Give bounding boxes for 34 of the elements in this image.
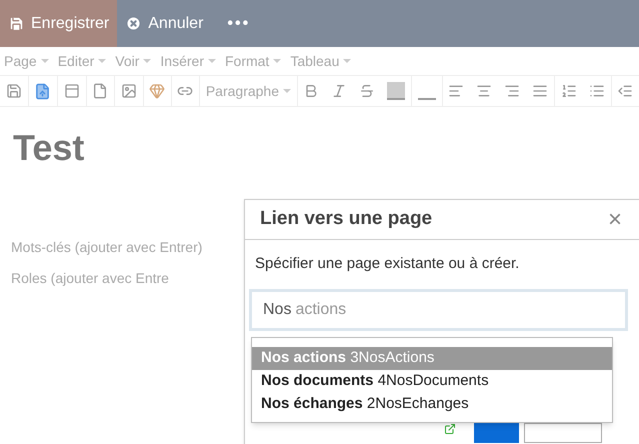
- save-button[interactable]: Enregistrer: [0, 0, 118, 47]
- close-icon: [125, 15, 142, 32]
- page-title: Test: [13, 126, 84, 170]
- dialog-title: Lien vers une page: [260, 207, 432, 232]
- more-button[interactable]: •••: [211, 0, 266, 47]
- caret-icon: [208, 59, 216, 63]
- caret-icon: [143, 59, 152, 63]
- instruction-text: Spécifier une page existante ou à créer.: [255, 254, 520, 274]
- menu-item[interactable]: Tableau: [290, 50, 352, 72]
- suggestion-item[interactable]: Nos documents 4NosDocuments: [252, 370, 612, 393]
- input-value: Nos: [263, 300, 292, 320]
- caret-icon: [343, 59, 352, 63]
- autocomplete-text: actions: [295, 300, 346, 320]
- suggestion-item[interactable]: Nos actions 3NosActions: [252, 347, 612, 370]
- ok-button[interactable]: [474, 422, 519, 442]
- menu-item[interactable]: Editer: [58, 50, 106, 72]
- tag-input[interactable]: Mots-clés (ajouter avec Entrer): [11, 237, 247, 258]
- cancel-button[interactable]: Annuler: [117, 0, 212, 47]
- caret-icon: [40, 59, 49, 63]
- cancel-button[interactable]: [524, 422, 602, 442]
- close-button[interactable]: ×: [608, 202, 622, 238]
- external-link-icon[interactable]: [444, 422, 456, 434]
- caret-icon: [98, 59, 106, 63]
- menu-item[interactable]: Format: [224, 50, 282, 72]
- menu-item[interactable]: Voir: [115, 50, 152, 72]
- caret-icon: [273, 59, 282, 63]
- menu-item[interactable]: Page: [4, 50, 49, 72]
- menu-item[interactable]: Insérer: [160, 50, 216, 72]
- save-icon: [8, 15, 25, 32]
- page-input[interactable]: Nos actions: [249, 288, 628, 330]
- suggestion-item[interactable]: Nos échanges 2NosEchanges: [252, 393, 612, 416]
- caret-icon: [283, 89, 292, 93]
- format-select[interactable]: Paragraphe: [200, 76, 298, 106]
- tag-input[interactable]: Roles (ajouter avec Entre: [11, 268, 247, 289]
